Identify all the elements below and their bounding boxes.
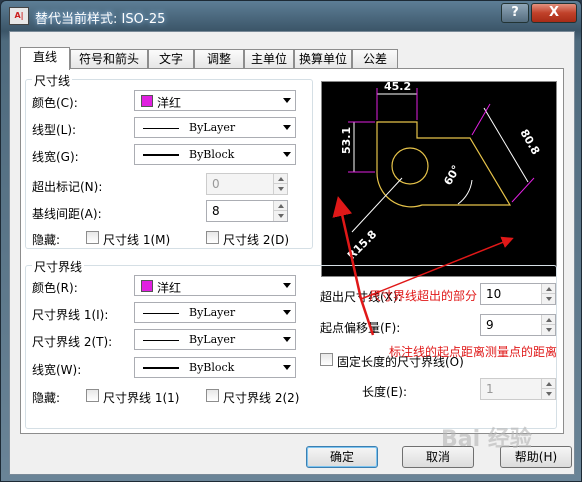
ok-button[interactable]: 确定 (306, 446, 378, 468)
lines-tab-panel: 尺寸线 颜色(C): 洋红 线型(L): ByLayer 线宽(G): ByBl… (20, 68, 564, 434)
tab-symbols-arrows[interactable]: 符号和箭头 (70, 49, 148, 69)
window-title: 替代当前样式: ISO-25 (35, 12, 166, 27)
watermark-logo: Bai 经验 (441, 427, 532, 452)
tab-primary-units[interactable]: 主单位 (244, 49, 294, 69)
dialog-client: 直线 符号和箭头 文字 调整 主单位 换算单位 公差 尺寸线 颜色(C): 洋红… (9, 31, 575, 475)
tab-fit[interactable]: 调整 (194, 49, 244, 69)
annotation-extension-note: 尺寸界线超出的部分 (369, 289, 478, 303)
dialog-window: A| 替代当前样式: ISO-25 ? X 直线 符号和箭头 文字 调整 主单位… (0, 0, 582, 482)
tab-text[interactable]: 文字 (148, 49, 194, 69)
arrow-to-extension (332, 196, 363, 300)
annotation-offset-note: 标注线的起点距离测量点的距离 (389, 345, 558, 359)
autocad-app-icon: A| (9, 7, 29, 25)
tab-lines[interactable]: 直线 (20, 47, 70, 70)
title-bar[interactable]: A| 替代当前样式: ISO-25 ? X (1, 1, 581, 31)
annotation-arrows (332, 196, 514, 336)
tab-alternate-units[interactable]: 换算单位 (294, 49, 352, 69)
help-title-button[interactable]: ? (501, 3, 529, 23)
arrow-tail (359, 298, 375, 336)
close-button[interactable]: X (531, 3, 577, 23)
tab-tolerances[interactable]: 公差 (352, 49, 398, 69)
